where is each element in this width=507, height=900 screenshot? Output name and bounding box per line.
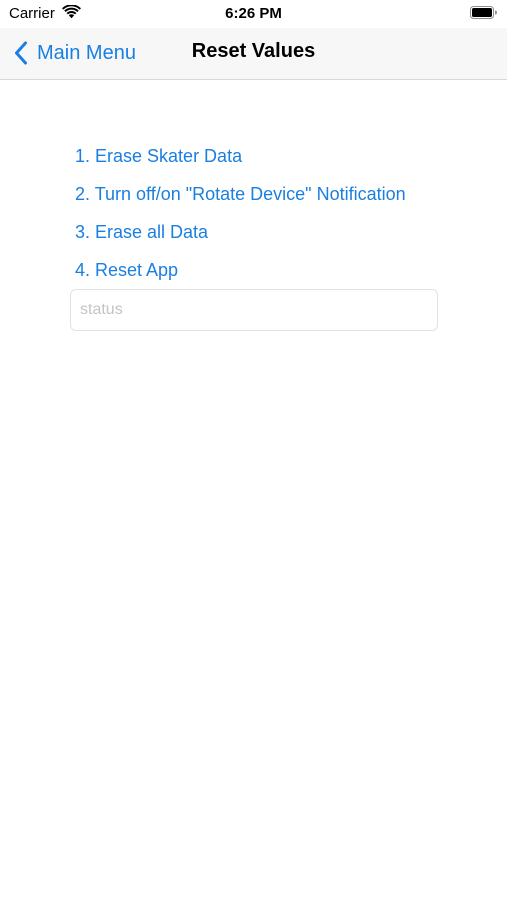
page-title: Reset Values (191, 40, 316, 62)
reset-options-list: 1. Erase Skater Data 2. Turn off/on "Rot… (75, 144, 406, 296)
erase-skater-data-button[interactable]: 1. Erase Skater Data (75, 144, 406, 182)
navigation-bar: Main Menu Reset Values (0, 28, 507, 80)
erase-all-data-button[interactable]: 3. Erase all Data (75, 220, 406, 258)
battery-icon (470, 6, 497, 19)
status-bar: Carrier 6:26 PM (0, 0, 507, 28)
clock-time: 6:26 PM (225, 5, 282, 22)
toggle-rotate-notification-button[interactable]: 2. Turn off/on "Rotate Device" Notificat… (75, 182, 406, 220)
status-field[interactable] (70, 289, 438, 331)
